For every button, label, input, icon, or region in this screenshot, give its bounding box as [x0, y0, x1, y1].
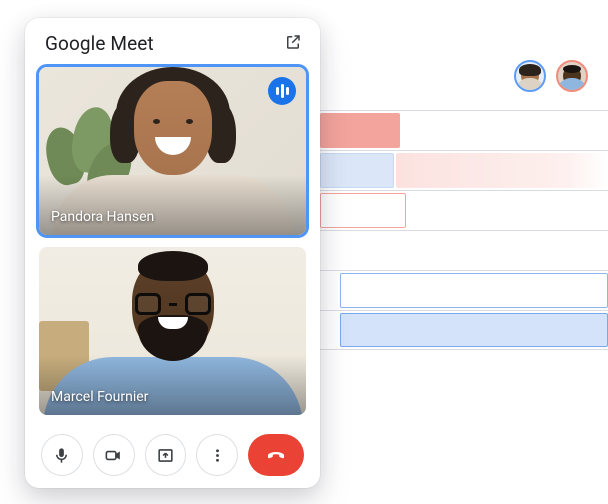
- microphone-icon: [52, 446, 71, 465]
- busy-block: [320, 113, 400, 148]
- participant-name-label: Pandora Hansen: [51, 209, 154, 225]
- more-vertical-icon: [208, 446, 227, 465]
- availability-avatar-1: [514, 60, 546, 92]
- video-tile-marcel-fournier[interactable]: Marcel Fournier: [39, 247, 306, 415]
- hangup-icon: [264, 443, 288, 467]
- availability-row: [320, 110, 608, 150]
- speaking-indicator-icon: [268, 77, 296, 105]
- schedule-block: [340, 273, 608, 308]
- schedule-block-selected: [340, 313, 608, 347]
- open-in-new-icon[interactable]: [284, 33, 302, 55]
- more-options-button[interactable]: [196, 434, 238, 476]
- availability-row: [320, 310, 608, 350]
- calendar-availability-panel: [320, 60, 608, 350]
- camera-button[interactable]: [93, 434, 135, 476]
- leave-call-button[interactable]: [248, 434, 304, 476]
- participant-name-label: Marcel Fournier: [51, 389, 148, 405]
- availability-avatars: [514, 60, 588, 92]
- meet-header: Google Meet: [39, 32, 306, 67]
- availability-row: [320, 270, 608, 310]
- microphone-button[interactable]: [41, 434, 83, 476]
- schedule-block: [320, 193, 406, 228]
- video-tile-pandora-hansen[interactable]: Pandora Hansen: [39, 67, 306, 235]
- availability-row: [320, 230, 608, 270]
- camera-icon: [104, 446, 123, 465]
- meet-controls-bar: [39, 432, 306, 476]
- schedule-block: [320, 153, 394, 188]
- availability-grid: [320, 110, 608, 350]
- availability-avatar-2: [556, 60, 588, 92]
- present-screen-icon: [156, 446, 175, 465]
- app-title: Google Meet: [45, 32, 154, 55]
- present-screen-button[interactable]: [145, 434, 187, 476]
- availability-row: [320, 190, 608, 230]
- schedule-block: [396, 153, 608, 188]
- google-meet-window: Google Meet: [25, 18, 320, 488]
- availability-row: [320, 150, 608, 190]
